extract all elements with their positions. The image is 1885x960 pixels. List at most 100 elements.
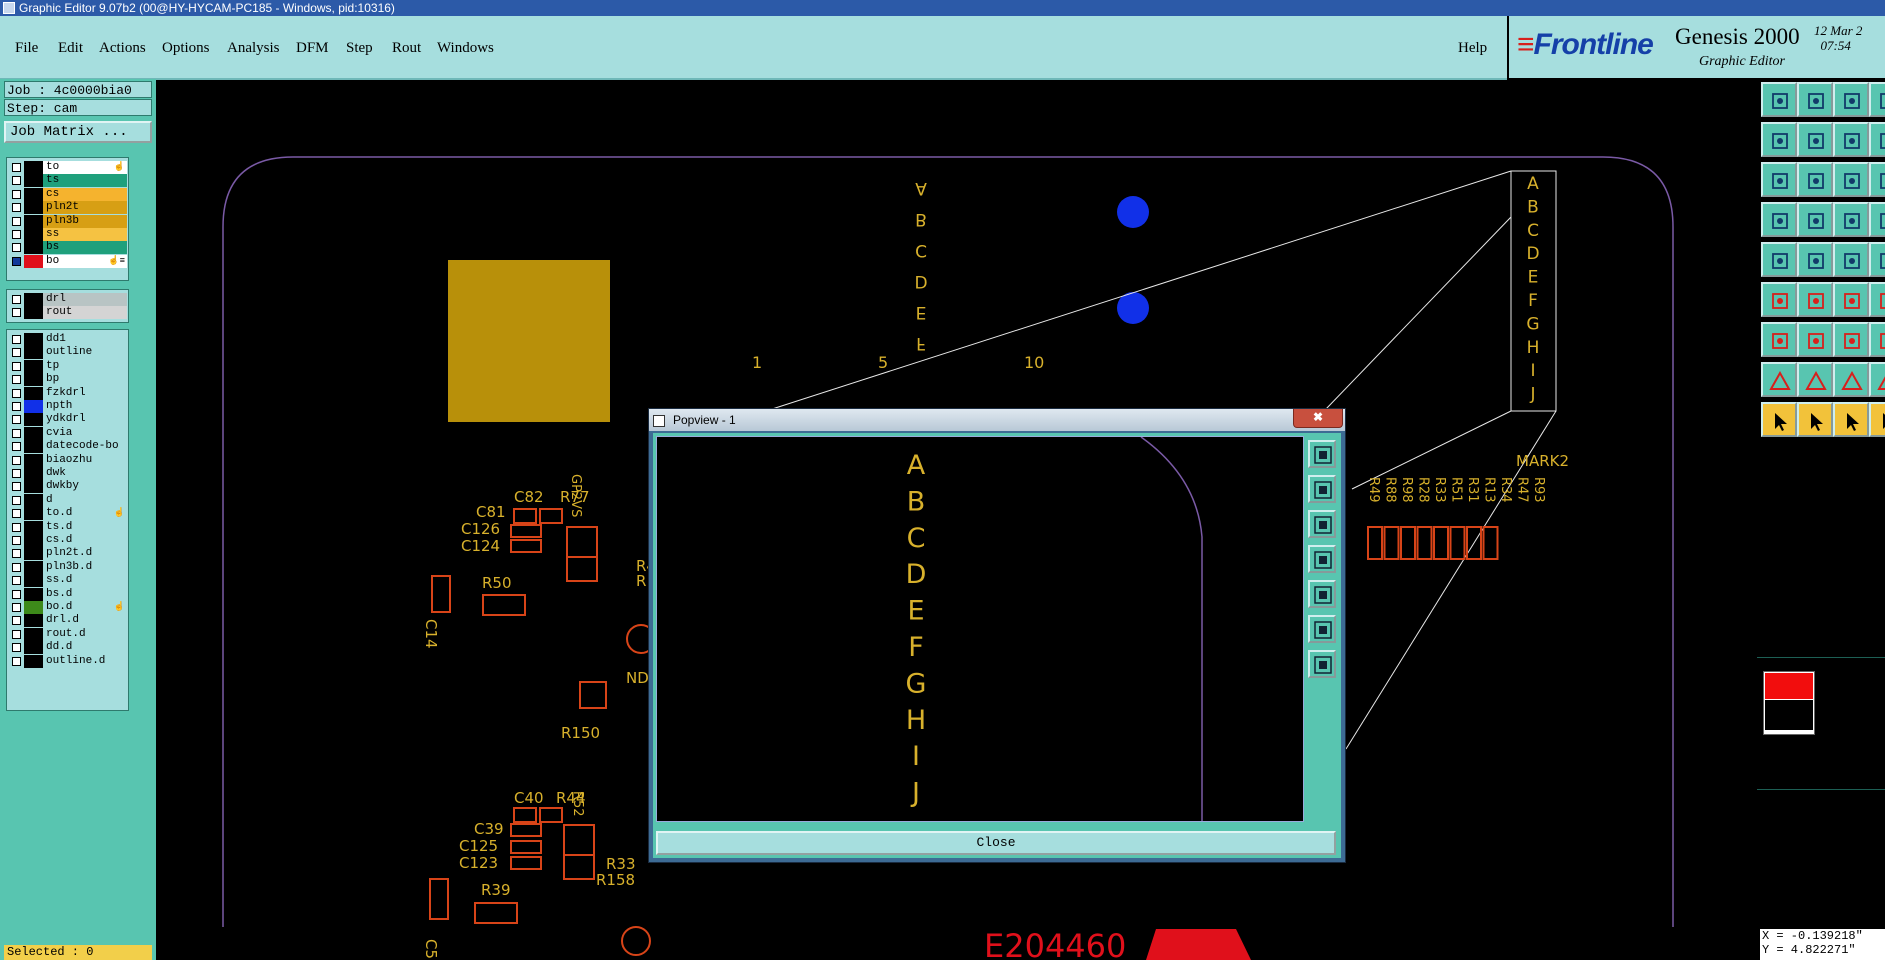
layer-name[interactable]: ss.d bbox=[43, 574, 127, 588]
layer-checkbox[interactable] bbox=[12, 375, 21, 385]
toolbar-zoom-home-button[interactable] bbox=[1833, 122, 1869, 157]
toolbar-home-button[interactable] bbox=[1761, 402, 1797, 437]
layer-color-swatch[interactable] bbox=[24, 333, 44, 346]
menu-windows[interactable]: Windows bbox=[437, 40, 494, 57]
layer-checkbox[interactable] bbox=[12, 335, 21, 344]
layer-name[interactable]: outline bbox=[43, 346, 127, 360]
layer-checkbox[interactable] bbox=[12, 643, 21, 653]
layer-name[interactable]: bp bbox=[43, 373, 127, 387]
toolbar-dimension-button[interactable] bbox=[1869, 282, 1885, 317]
layer-name[interactable]: dwk bbox=[43, 467, 127, 480]
toolbar-triangle-button[interactable] bbox=[1833, 322, 1869, 357]
layer-color-swatch[interactable] bbox=[24, 641, 44, 655]
layer-name[interactable]: dwkby bbox=[43, 480, 127, 494]
toolbar-rotate-button[interactable] bbox=[1761, 282, 1797, 317]
layer-checkbox[interactable] bbox=[12, 549, 21, 559]
layer-color-swatch[interactable] bbox=[24, 293, 44, 306]
toolbar-ruler-button[interactable] bbox=[1833, 202, 1869, 237]
toolbar-zoom-fit-button[interactable] bbox=[1797, 122, 1833, 157]
layer-name[interactable]: dd1 bbox=[43, 333, 127, 346]
layer-checkbox[interactable] bbox=[12, 576, 21, 586]
layer-checkbox[interactable] bbox=[12, 603, 21, 612]
layer-checkbox[interactable] bbox=[12, 203, 21, 213]
layer-color-swatch[interactable] bbox=[24, 507, 44, 521]
menu-actions[interactable]: Actions bbox=[99, 40, 146, 57]
toolbar-zoom-fit-button[interactable] bbox=[1869, 402, 1885, 437]
layer-name[interactable]: cvia bbox=[43, 426, 127, 440]
toolbar-zoom-in-button[interactable] bbox=[1833, 402, 1869, 437]
layer-checkbox[interactable] bbox=[12, 308, 21, 318]
layer-color-swatch[interactable] bbox=[24, 467, 44, 480]
popview-tool-button[interactable] bbox=[1308, 580, 1336, 608]
toolbar-color-button[interactable] bbox=[1797, 202, 1833, 237]
menu-rout[interactable]: Rout bbox=[392, 40, 421, 57]
toolbar-open-button[interactable] bbox=[1761, 82, 1797, 117]
layer-color-swatch[interactable] bbox=[24, 534, 44, 547]
layer-name[interactable]: bs.d bbox=[43, 587, 127, 601]
layer-checkbox[interactable] bbox=[12, 361, 21, 371]
layer-name[interactable]: bo ☝≡ bbox=[43, 254, 127, 268]
toolbar-zoom-out-button[interactable] bbox=[1797, 402, 1833, 437]
toolbar-measure-button[interactable] bbox=[1797, 162, 1833, 197]
layer-color-swatch[interactable] bbox=[24, 601, 44, 614]
popview-tool-button[interactable] bbox=[1308, 615, 1336, 643]
toolbar-zoom-pan-button[interactable] bbox=[1869, 122, 1885, 157]
job-matrix-button[interactable]: Job Matrix ... bbox=[4, 121, 152, 143]
menu-file[interactable]: File bbox=[15, 40, 38, 57]
menu-edit[interactable]: Edit bbox=[58, 40, 83, 57]
toolbar-pad-button[interactable] bbox=[1797, 282, 1833, 317]
layer-checkbox[interactable] bbox=[12, 295, 21, 304]
menu-analysis[interactable]: Analysis bbox=[227, 40, 280, 57]
layer-checkbox[interactable] bbox=[12, 629, 21, 639]
layer-checkbox[interactable] bbox=[12, 216, 21, 226]
toolbar-save-button[interactable] bbox=[1869, 362, 1885, 397]
popview-close-button[interactable]: Close bbox=[656, 831, 1336, 855]
toolbar-home-button[interactable] bbox=[1833, 82, 1869, 117]
layer-name[interactable]: rout bbox=[43, 306, 127, 320]
toolbar-save-button[interactable] bbox=[1797, 82, 1833, 117]
layer-checkbox[interactable] bbox=[12, 163, 21, 172]
popview-title-bar[interactable]: Popview - 1 bbox=[649, 409, 1345, 431]
layer-color-swatch[interactable] bbox=[24, 426, 44, 440]
layer-checkbox[interactable] bbox=[12, 482, 21, 492]
layer-color-swatch[interactable] bbox=[24, 493, 44, 507]
layer-checkbox[interactable] bbox=[12, 415, 21, 425]
toolbar-select-button[interactable] bbox=[1761, 202, 1797, 237]
layer-color-swatch[interactable] bbox=[24, 413, 44, 427]
layer-checkbox[interactable] bbox=[12, 509, 21, 519]
layer-color-swatch[interactable] bbox=[24, 228, 44, 241]
toolbar-grid-button[interactable] bbox=[1833, 162, 1869, 197]
layer-color-swatch[interactable] bbox=[24, 587, 44, 601]
layer-name[interactable]: fzkdrl bbox=[43, 386, 127, 400]
layer-checkbox[interactable] bbox=[12, 469, 21, 478]
layer-row-outline-d[interactable]: outline.d bbox=[7, 654, 128, 669]
layer-name[interactable]: drl.d bbox=[43, 614, 127, 628]
layer-color-swatch[interactable] bbox=[24, 520, 44, 534]
layer-checkbox[interactable] bbox=[12, 243, 21, 253]
layer-name[interactable]: datecode-bo bbox=[43, 440, 127, 454]
layer-name[interactable]: npth bbox=[43, 400, 127, 413]
toolbar-delete-button[interactable] bbox=[1761, 242, 1797, 277]
popview-tool-button[interactable] bbox=[1308, 545, 1336, 573]
layer-color-swatch[interactable] bbox=[24, 306, 44, 320]
toolbar-move-button[interactable] bbox=[1797, 242, 1833, 277]
layer-name[interactable]: ydkdrl bbox=[43, 413, 127, 427]
layer-checkbox[interactable] bbox=[12, 230, 21, 239]
layer-name[interactable]: pln3b bbox=[43, 214, 127, 228]
layer-color-swatch[interactable] bbox=[24, 560, 44, 574]
layer-color-swatch[interactable] bbox=[24, 241, 44, 255]
layer-checkbox[interactable] bbox=[12, 388, 21, 398]
layer-name[interactable]: pln2t.d bbox=[43, 547, 127, 561]
layer-checkbox[interactable] bbox=[12, 495, 21, 505]
toolbar-triangle-button[interactable] bbox=[1797, 322, 1833, 357]
layer-name[interactable]: bs bbox=[43, 241, 127, 255]
toolbar-pointer-button[interactable] bbox=[1761, 362, 1797, 397]
popview-tool-button[interactable] bbox=[1308, 440, 1336, 468]
layer-color-swatch[interactable] bbox=[24, 187, 44, 201]
layer-checkbox[interactable] bbox=[12, 616, 21, 626]
toolbar-snap-button[interactable] bbox=[1869, 162, 1885, 197]
popview-close-x-button[interactable]: ✖ bbox=[1293, 409, 1343, 428]
layer-color-swatch[interactable] bbox=[24, 480, 44, 494]
layer-checkbox[interactable] bbox=[12, 256, 21, 266]
layer-name[interactable]: biaozhu bbox=[43, 453, 127, 467]
